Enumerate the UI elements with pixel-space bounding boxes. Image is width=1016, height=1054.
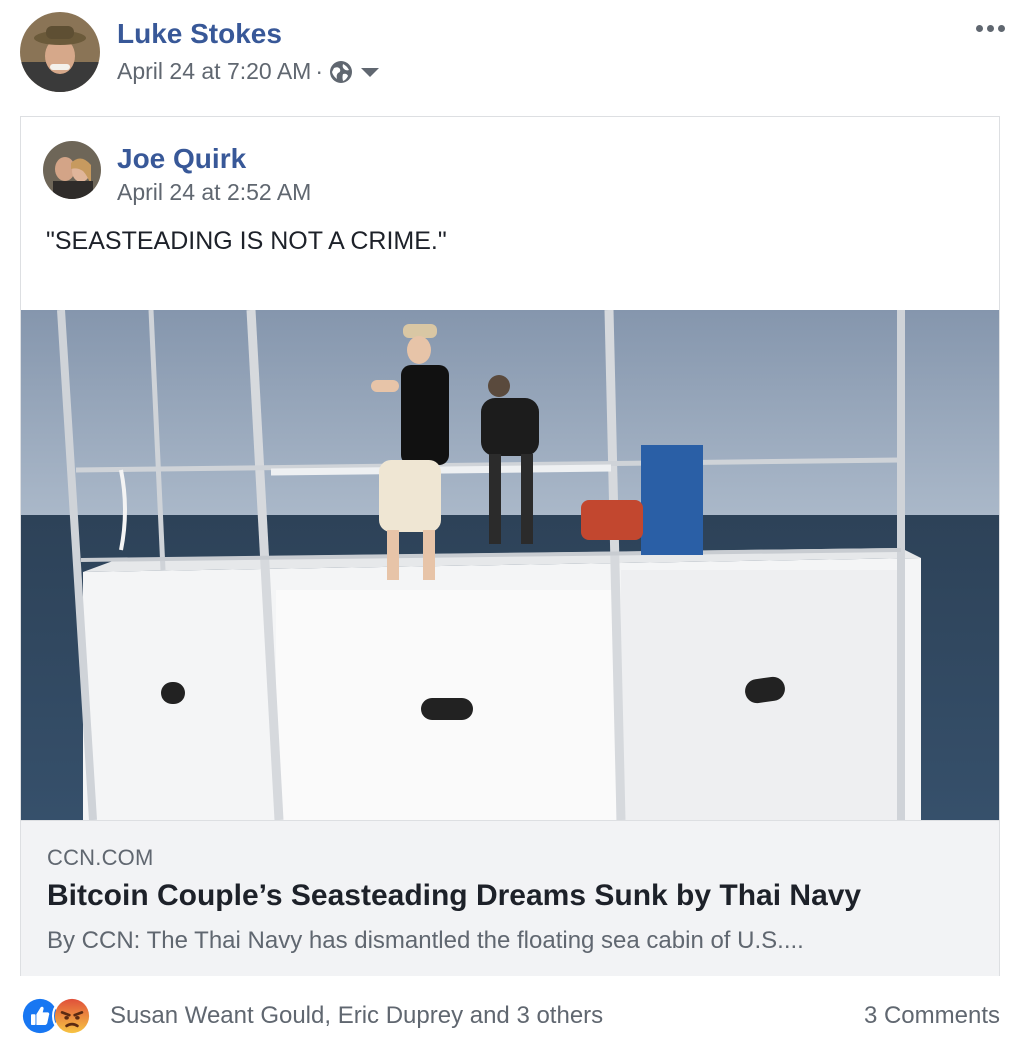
more-dot (986, 24, 994, 32)
shared-post-timestamp[interactable]: April 24 at 2:52 AM (117, 179, 311, 206)
link-domain: CCN.COM (47, 845, 154, 870)
link-title[interactable]: Bitcoin Couple’s Seasteading Dreams Sunk… (47, 879, 861, 913)
shared-author-avatar[interactable] (43, 141, 101, 199)
meta-separator: · (315, 58, 324, 84)
link-preview-info[interactable]: CCN.COM Bitcoin Couple’s Seasteading Dre… (21, 820, 999, 976)
author-name[interactable]: Luke Stokes (117, 18, 282, 50)
angry-icon[interactable] (52, 996, 92, 1036)
more-dot (997, 24, 1005, 32)
reaction-names[interactable]: Susan Weant Gould, Eric Duprey and 3 oth… (110, 1002, 603, 1030)
post-meta: April 24 at 7:20 AM · (117, 58, 380, 85)
shared-post-header: Joe Quirk April 24 at 2:52 AM (43, 139, 943, 223)
link-preview-image[interactable] (21, 310, 999, 820)
comment-count[interactable]: 3 Comments (864, 1002, 1000, 1030)
author-avatar[interactable] (20, 12, 100, 92)
reaction-icons[interactable] (20, 996, 92, 1036)
post-timestamp[interactable]: April 24 at 7:20 AM (117, 58, 311, 85)
caret-down-icon[interactable] (361, 68, 380, 77)
shared-author-name[interactable]: Joe Quirk (117, 143, 246, 175)
link-description: By CCN: The Thai Navy has dismantled the… (47, 927, 804, 954)
shared-post: Joe Quirk April 24 at 2:52 AM "SEASTEADI… (20, 116, 1000, 976)
globe-icon (329, 60, 353, 84)
more-dot (975, 24, 983, 32)
post-footer: Susan Weant Gould, Eric Duprey and 3 oth… (20, 994, 1000, 1040)
more-options-icon[interactable] (970, 16, 1010, 40)
post-header: Luke Stokes April 24 at 7:20 AM · (20, 12, 1005, 96)
shared-post-text: "SEASTEADING IS NOT A CRIME." (46, 227, 447, 255)
